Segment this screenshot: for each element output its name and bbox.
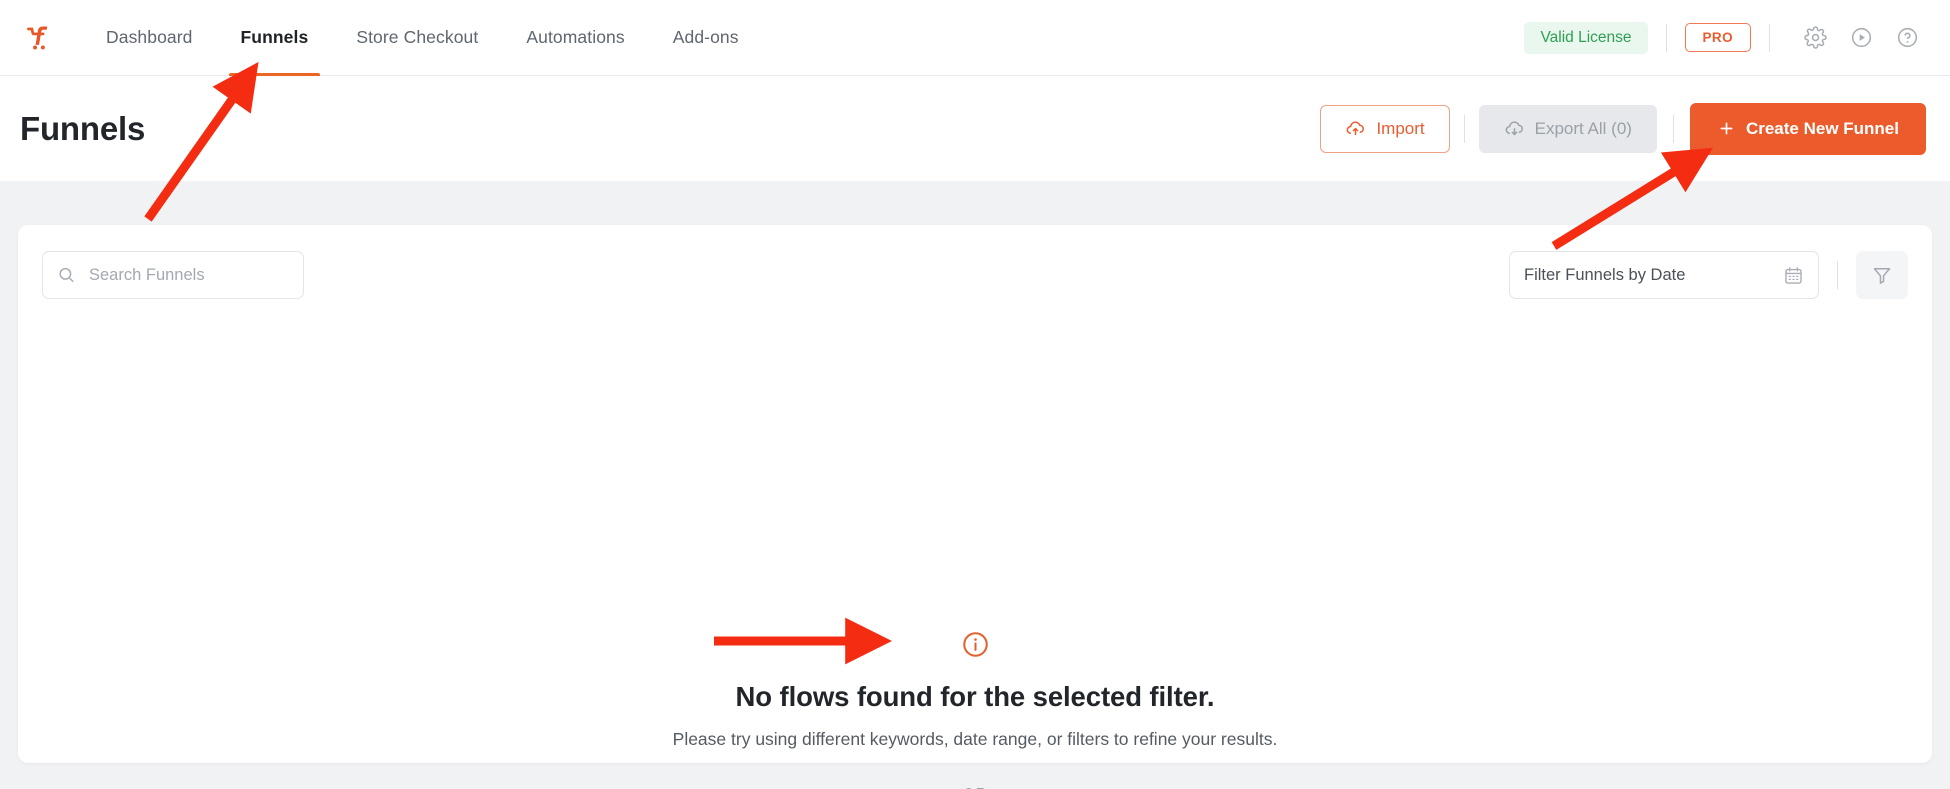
info-circle-icon <box>961 630 990 659</box>
empty-state: No flows found for the selected filter. … <box>18 325 1932 789</box>
nav-tab-label: Store Checkout <box>356 27 479 47</box>
search-input[interactable] <box>42 251 304 299</box>
search-funnels-wrapper <box>42 251 304 299</box>
divider <box>1463 114 1465 143</box>
divider <box>1769 23 1770 52</box>
toolbar-right-cluster: Filter Funnels by Date <box>1509 251 1908 299</box>
top-navigation-bar: Dashboard Funnels Store Checkout Automat… <box>0 0 1950 76</box>
divider <box>1672 114 1674 143</box>
page-title: Funnels <box>20 109 146 147</box>
calendar-icon <box>1783 265 1804 286</box>
nav-tab-dashboard[interactable]: Dashboard <box>82 0 217 75</box>
play-circle-icon[interactable] <box>1842 19 1880 57</box>
import-button-label: Import <box>1376 118 1425 138</box>
import-button[interactable]: Import <box>1320 104 1450 153</box>
gear-icon[interactable] <box>1796 19 1834 57</box>
help-circle-icon[interactable] <box>1888 19 1926 57</box>
empty-state-title: No flows found for the selected filter. <box>735 681 1215 712</box>
funnels-page: Dashboard Funnels Store Checkout Automat… <box>0 0 1950 789</box>
nav-tab-label: Add-ons <box>672 27 739 47</box>
cloud-upload-icon <box>1345 118 1366 139</box>
plus-icon <box>1717 119 1736 138</box>
funnels-toolbar: Filter Funnels by Date <box>18 225 1932 325</box>
nav-tab-label: Funnels <box>240 27 309 47</box>
topbar-right-cluster: Valid License PRO <box>1524 19 1926 57</box>
export-all-button[interactable]: Export All (0) <box>1478 104 1657 153</box>
search-icon <box>57 266 76 285</box>
page-header-actions: Import Export All (0) Create New Funnel <box>1320 102 1926 155</box>
date-filter-input[interactable]: Filter Funnels by Date <box>1509 251 1819 299</box>
divider <box>1665 23 1667 52</box>
nav-tab-add-ons[interactable]: Add-ons <box>649 0 763 75</box>
nav-tab-funnels[interactable]: Funnels <box>217 0 333 76</box>
nav-tab-automations[interactable]: Automations <box>502 0 648 75</box>
page-header: Funnels Import Export All (0) Create New… <box>0 76 1950 181</box>
date-filter-label: Filter Funnels by Date <box>1524 265 1686 284</box>
cartflows-logo-icon[interactable] <box>20 20 56 56</box>
primary-nav-tabs: Dashboard Funnels Store Checkout Automat… <box>82 0 763 76</box>
funnel-filter-icon[interactable] <box>1856 251 1908 299</box>
create-new-funnel-label: Create New Funnel <box>1745 118 1899 138</box>
export-all-button-label: Export All (0) <box>1534 118 1632 138</box>
license-status-badge: Valid License <box>1524 21 1648 54</box>
cloud-download-icon <box>1504 118 1525 139</box>
create-new-funnel-button[interactable]: Create New Funnel <box>1689 102 1926 155</box>
nav-tab-store-checkout[interactable]: Store Checkout <box>332 0 502 75</box>
plan-badge[interactable]: PRO <box>1684 23 1751 52</box>
nav-tab-label: Automations <box>526 27 625 47</box>
nav-tab-label: Dashboard <box>106 27 193 47</box>
empty-state-subtitle: Please try using different keywords, dat… <box>672 729 1278 749</box>
funnels-content-card: Filter Funnels by Date <box>18 225 1932 789</box>
divider <box>1837 261 1838 289</box>
